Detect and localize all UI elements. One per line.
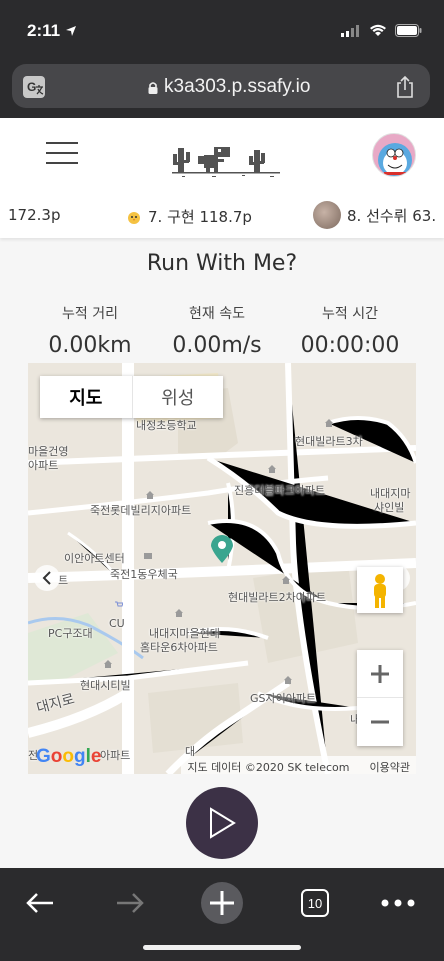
chevron-left-icon (42, 571, 51, 585)
ranking-item: 172.3p (8, 206, 61, 224)
map-label: PC구조대 (48, 627, 93, 640)
ranking-text-7: 7. 구현 118.7p (148, 208, 252, 226)
map-label: 이안아트센터 (64, 552, 125, 565)
back-icon (26, 893, 53, 913)
ranking-item-7: 7. 구현 118.7p (126, 206, 252, 227)
map-label: 죽전롯데빌리지아파트 (90, 504, 192, 517)
address-bar[interactable]: G k3a303.p.ssafy.io (12, 64, 430, 108)
hamburger-icon[interactable] (46, 142, 78, 164)
poi-icon (325, 419, 333, 427)
google-logo: Google (36, 746, 102, 767)
map-label: 샤인빌 (374, 501, 405, 514)
more-icon (381, 899, 415, 907)
tab-map[interactable]: 지도 (40, 376, 132, 418)
tabs-button[interactable]: 10 (298, 878, 332, 928)
map-label: 죽전1동우체국 (110, 568, 178, 581)
stat-label: 누적 시간 (322, 306, 378, 322)
status-icons (341, 24, 422, 37)
more-button[interactable] (378, 878, 418, 928)
minus-icon (371, 720, 389, 724)
plus-icon (371, 664, 389, 683)
svg-text:G: G (27, 80, 36, 94)
map-attribution: 지도 데이터 ©2020 SK telecom 이용약관 (181, 756, 416, 774)
map-label: 아파트 (28, 459, 59, 472)
map-label: 현대빌라트2차아파트 (228, 591, 327, 604)
status-bar: 2:11 (0, 0, 444, 60)
new-tab-button[interactable] (199, 878, 245, 928)
tab-satellite[interactable]: 위성 (131, 376, 224, 418)
ranking-item-8: 8. 선수뤼 63. (313, 201, 436, 229)
map-label: 진흥더블파크아파트 (234, 484, 326, 497)
status-time: 2:11 (27, 21, 61, 40)
post-office-icon (144, 553, 152, 559)
battery-icon (395, 24, 422, 37)
home-indicator (143, 945, 301, 950)
map-label: 현대빌라트3차 (295, 435, 363, 448)
stat-value: 00:00:00 (300, 333, 400, 358)
zoom-out-button[interactable] (357, 698, 403, 746)
poi-icon (268, 465, 276, 473)
dino-logo-icon[interactable] (172, 144, 280, 178)
map-label: 현대시티빌 (80, 679, 131, 692)
tabs-count: 10 (301, 889, 329, 917)
location-arrow-icon (66, 26, 76, 36)
map-prev-button[interactable] (34, 565, 60, 591)
terms-link[interactable]: 이용약관 (370, 759, 410, 774)
map-type-toggle: 지도 위성 (40, 376, 223, 418)
map-label: GS자이아파트 (250, 692, 317, 705)
play-button[interactable] (186, 787, 258, 859)
street-view-button[interactable] (357, 567, 403, 613)
attribution-text: 지도 데이터 ©2020 SK telecom (187, 761, 350, 774)
chick-avatar-icon (128, 211, 140, 224)
signal-icon (341, 24, 359, 37)
back-button[interactable] (20, 878, 60, 928)
shopping-cart-icon (115, 601, 123, 607)
browser-address-area: G k3a303.p.ssafy.io (0, 60, 444, 118)
poi-icon (284, 676, 292, 684)
app-header: 172.3p 7. 구현 118.7p 8. 선수뤼 63. (0, 118, 444, 238)
ranking-ticker: 172.3p 7. 구현 118.7p 8. 선수뤼 63. (0, 200, 444, 230)
forward-icon (117, 893, 144, 913)
map-label: 홈타운6차아파트 (140, 641, 218, 654)
run-stats: 누적 거리 0.00km 현재 속도 0.00m/s 누적 시간 00:00:0… (0, 303, 444, 363)
user-avatar-small (313, 201, 341, 229)
url-text[interactable]: k3a303.p.ssafy.io (164, 76, 310, 98)
wifi-icon (370, 24, 386, 36)
forward-button[interactable] (110, 878, 150, 928)
ranking-text-8: 8. 선수뤼 63. (347, 206, 437, 225)
pegman-icon (374, 574, 386, 608)
poi-icon (175, 609, 183, 617)
map-view[interactable]: 내정초등학교 현대빌라트3차 마을건영 아파트 진흥더블파크아파트 내대지마 샤… (28, 363, 416, 774)
new-tab-icon (201, 882, 243, 924)
map-label: 내정초등학교 (136, 419, 197, 432)
play-icon (210, 807, 236, 839)
map-label: CU (109, 617, 125, 630)
map-label: 아파트 (100, 749, 131, 762)
page-title: Run With Me? (146, 251, 298, 276)
lock-icon (148, 82, 158, 94)
translate-icon[interactable]: G (22, 75, 46, 99)
poi-icon (104, 660, 112, 668)
stat-time: 누적 시간 00:00:00 (275, 303, 425, 358)
poi-icon (146, 491, 154, 499)
stat-label: 현재 속도 (189, 306, 245, 322)
share-icon[interactable] (394, 75, 416, 99)
stat-value: 0.00m/s (172, 333, 262, 358)
stat-speed: 현재 속도 0.00m/s (142, 303, 292, 358)
zoom-in-button[interactable] (357, 650, 403, 698)
avatar[interactable] (372, 133, 416, 177)
web-page: 172.3p 7. 구현 118.7p 8. 선수뤼 63. Run With … (0, 118, 444, 868)
poi-icon (282, 576, 290, 584)
zoom-control (357, 650, 403, 746)
